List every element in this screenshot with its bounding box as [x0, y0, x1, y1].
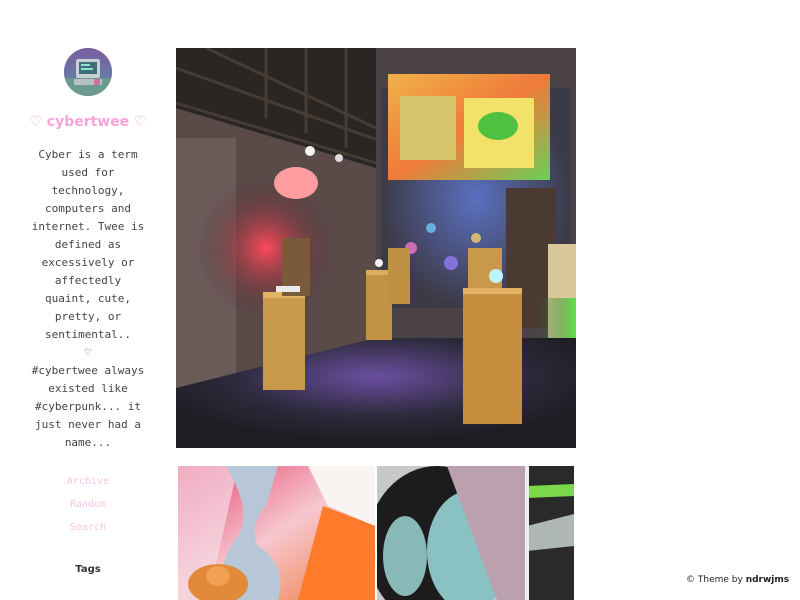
theme-credit: © Theme by ndrwjms [686, 575, 789, 585]
blog-page: ♡ cybertwee ♡ Cyber is a term used for t… [0, 0, 800, 600]
credit-author-link[interactable]: ndrwjms [746, 575, 789, 585]
blog-title[interactable]: ♡ cybertwee ♡ [20, 113, 156, 131]
credit-by: by [731, 575, 743, 585]
post-photo-gallery[interactable] [176, 48, 576, 448]
sidebar: ♡ cybertwee ♡ Cyber is a term used for t… [20, 48, 156, 575]
nav-random-link[interactable]: Random [20, 499, 156, 511]
avatar[interactable] [64, 48, 112, 96]
credit-copyright: © Theme [686, 575, 729, 585]
photoset-photo-2[interactable] [377, 466, 574, 600]
nav-search-link[interactable]: Search [20, 522, 156, 534]
blog-description: Cyber is a term used for technology, com… [31, 148, 145, 449]
hand-sculpture-photo [178, 466, 375, 600]
nav-archive-link[interactable]: Archive [20, 476, 156, 488]
sidebar-nav: Archive Random Search [20, 476, 156, 534]
gallery-installation-photo [176, 48, 576, 448]
mirror-installation-photo [377, 466, 574, 600]
post-photoset[interactable] [178, 466, 574, 600]
photoset-photo-1[interactable] [178, 466, 375, 600]
retro-computer-avatar-icon [64, 48, 112, 96]
tags-heading: Tags [75, 564, 101, 575]
